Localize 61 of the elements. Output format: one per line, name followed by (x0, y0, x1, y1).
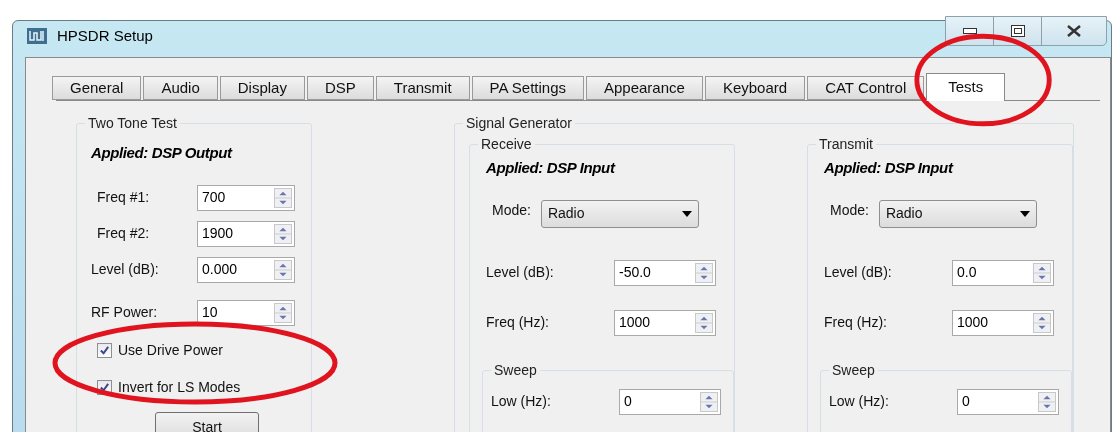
tab[interactable]: Appearance (586, 76, 703, 100)
spin-button-icon[interactable] (695, 312, 713, 333)
spin-button-icon[interactable] (274, 223, 292, 244)
field-label: Level (dB): (824, 263, 893, 282)
maximize-icon (1010, 25, 1025, 37)
field-label: Level (dB): (486, 263, 555, 282)
spin-button-icon[interactable] (1033, 312, 1051, 333)
applied-label: Applied: DSP Output (91, 143, 234, 163)
applied-label: Applied: DSP Input (486, 158, 617, 178)
number-field[interactable]: -50.0 (614, 259, 716, 286)
spin-button-icon[interactable] (1038, 391, 1056, 412)
field-label: Freq #2: (96, 224, 151, 243)
tab[interactable]: Tests (926, 73, 1006, 101)
tab[interactable]: General (52, 76, 142, 100)
tab[interactable]: Transmit (375, 76, 470, 100)
checkmark-icon (99, 381, 110, 393)
close-icon (1066, 25, 1082, 37)
group-title: Signal Generator (463, 114, 575, 132)
tab[interactable]: PA Settings (471, 76, 584, 100)
number-field[interactable]: 0.0 (952, 259, 1054, 286)
field-label: Mode: (492, 201, 531, 220)
field-label: Low (Hz): (829, 392, 890, 411)
field-label: Freq (Hz): (486, 313, 550, 332)
mode-dropdown[interactable]: Radio (540, 199, 699, 228)
tab[interactable]: DSP (306, 76, 374, 100)
checkbox-label: Invert for LS Modes (118, 377, 241, 397)
tab[interactable]: Audio (143, 76, 218, 100)
tab[interactable]: Keyboard (704, 76, 806, 100)
mode-dropdown[interactable]: Radio (878, 199, 1037, 228)
number-field[interactable]: 700 (197, 184, 295, 211)
number-field[interactable]: 1900 (197, 220, 295, 247)
number-field[interactable]: 0.000 (197, 256, 295, 283)
caret-icon (681, 210, 692, 217)
field-label: Mode: (830, 201, 869, 220)
minimize-icon (962, 28, 977, 34)
window-title: HPSDR Setup (57, 25, 153, 46)
tab[interactable]: Display (219, 76, 305, 100)
field-label: RF Power: (91, 303, 159, 322)
tab[interactable]: CAT Control (807, 76, 925, 100)
number-field[interactable]: 1000 (614, 309, 716, 336)
spin-button-icon[interactable] (1033, 262, 1051, 283)
app-icon (27, 28, 47, 44)
caret-icon (1019, 210, 1030, 217)
checkbox-label: Use Drive Power (118, 340, 224, 360)
checkmark-icon (99, 344, 110, 356)
start-button[interactable]: Start (155, 411, 259, 432)
applied-label: Applied: DSP Input (824, 158, 955, 178)
field-label: Freq #1: (96, 188, 151, 207)
field-label: Freq (Hz): (824, 313, 888, 332)
checkbox[interactable] (97, 342, 112, 358)
number-field[interactable]: 10 (197, 299, 295, 326)
number-field[interactable]: 0 (619, 388, 721, 415)
number-field[interactable]: 0 (957, 388, 1059, 415)
spin-button-icon[interactable] (274, 259, 292, 280)
spin-button-icon[interactable] (274, 187, 292, 208)
field-label: Low (Hz): (491, 392, 552, 411)
number-field[interactable]: 1000 (952, 309, 1054, 336)
spin-button-icon[interactable] (274, 302, 292, 323)
spin-button-icon[interactable] (695, 262, 713, 283)
spin-button-icon[interactable] (700, 391, 718, 412)
field-label: Level (dB): (91, 260, 160, 279)
